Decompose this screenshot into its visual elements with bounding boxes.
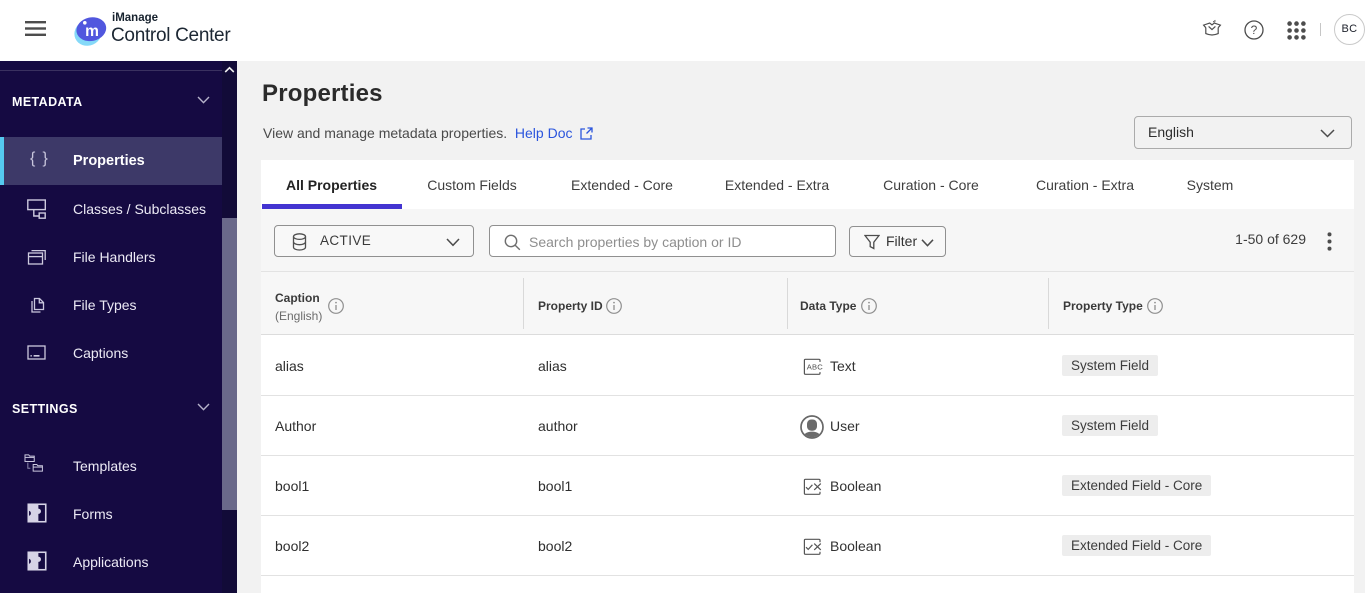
svg-text:m: m [85,23,99,40]
svg-text:ABC: ABC [807,363,824,372]
svg-text:?: ? [1251,23,1258,37]
